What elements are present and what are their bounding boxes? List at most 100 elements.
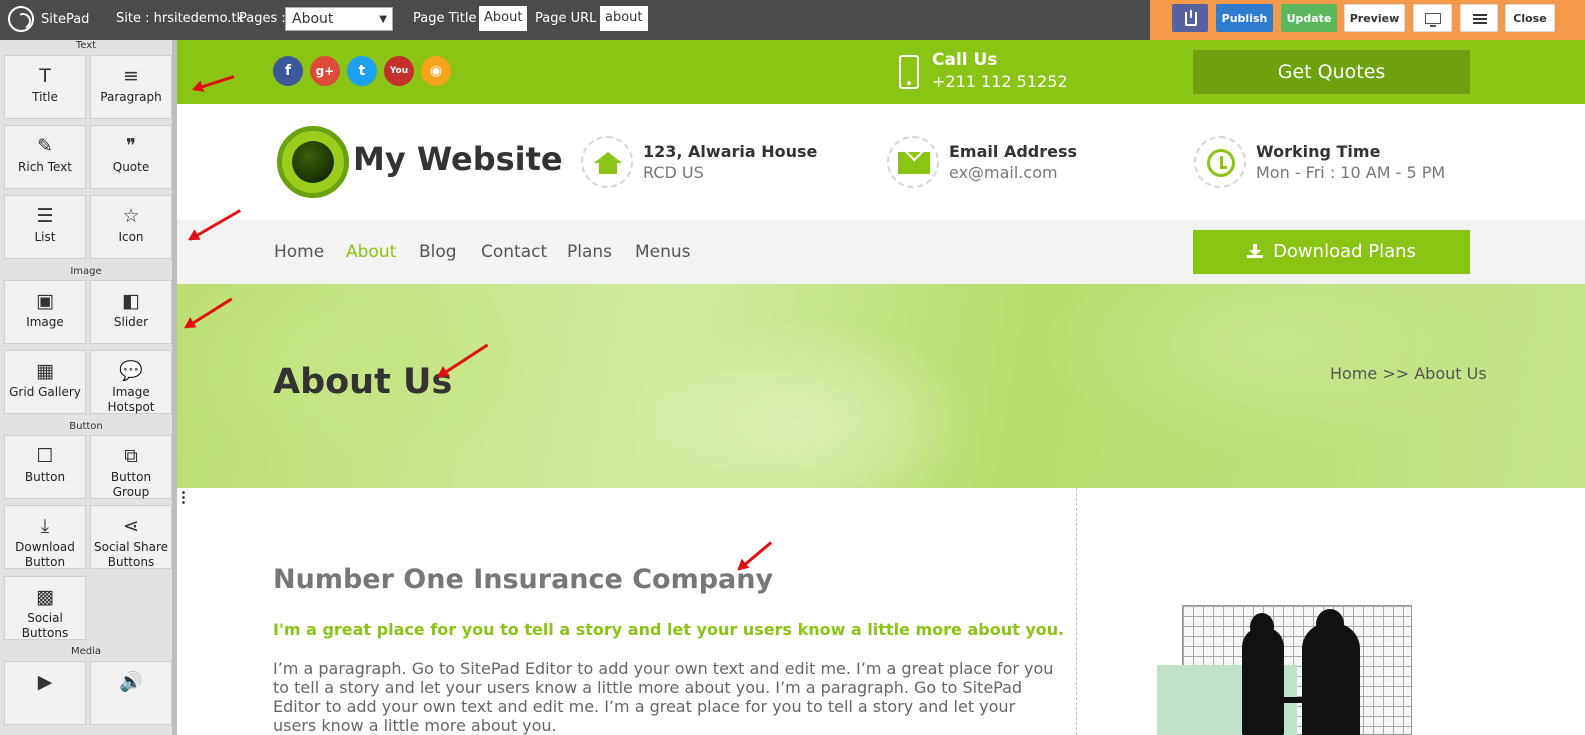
- clock-icon: [1207, 149, 1235, 177]
- site-label: Site : hrsitedemo.tk: [116, 11, 245, 26]
- email-sub: ex@mail.com: [949, 163, 1058, 182]
- widget-title[interactable]: T Title: [4, 55, 86, 119]
- section-subheading[interactable]: I'm a great place for you to tell a stor…: [273, 620, 1064, 639]
- widget-label: List: [34, 230, 56, 244]
- category-text: Text: [75, 40, 97, 51]
- preview-button[interactable]: Preview: [1344, 4, 1405, 32]
- widget-label: Paragraph: [100, 90, 162, 104]
- chevron-down-icon: ▼: [379, 14, 387, 25]
- section-heading[interactable]: Number One Insurance Company: [273, 564, 773, 595]
- handshake-image[interactable]: [1157, 605, 1417, 735]
- menu-button[interactable]: [1460, 4, 1498, 32]
- pages-select[interactable]: About ▼: [285, 7, 393, 31]
- widget-paragraph[interactable]: ≡ Paragraph: [90, 55, 172, 119]
- twitter-icon[interactable]: t: [347, 56, 377, 86]
- page-title-label: Page Title :: [413, 11, 485, 26]
- category-button: Button: [69, 421, 103, 432]
- handshake-silhouette: [1277, 697, 1309, 703]
- widget-image[interactable]: ▣ Image: [4, 280, 86, 344]
- home-icon: [594, 152, 622, 174]
- person-silhouette: [1242, 613, 1284, 735]
- social-grid-icon: ▩: [36, 586, 54, 608]
- top-info-bar: f g+ t You ◉ Call Us +211 112 51252 Get …: [177, 40, 1585, 104]
- nav-item-contact[interactable]: Contact: [481, 242, 547, 262]
- widget-label: Social Share Buttons: [93, 540, 169, 569]
- rss-icon[interactable]: ◉: [421, 56, 451, 86]
- widget-label: Title: [32, 90, 58, 104]
- widget-slider[interactable]: ◧ Slider: [90, 280, 172, 344]
- phone-icon: [899, 55, 919, 89]
- google-plus-icon[interactable]: g+: [310, 56, 340, 86]
- main-nav: Home About Blog Contact Plans Menus Down…: [177, 220, 1585, 284]
- widget-image-hotspot[interactable]: 💬 Image Hotspot: [90, 350, 172, 414]
- widget-grid-gallery[interactable]: ▦ Grid Gallery: [4, 350, 86, 414]
- banner-title[interactable]: About Us: [273, 362, 452, 402]
- widget-sidebar: Text T Title ≡ Paragraph ✎ Rich Text ❞ Quote…: [0, 40, 177, 735]
- widget-social-share[interactable]: ⋖ Social Share Buttons: [90, 505, 172, 569]
- widget-social-buttons[interactable]: ▩ Social Buttons: [4, 576, 86, 640]
- widget-list[interactable]: ☰ List: [4, 195, 86, 259]
- chat-bubble-icon: 💬: [119, 360, 143, 382]
- nav-item-blog[interactable]: Blog: [419, 242, 457, 262]
- quote-icon: ❞: [125, 135, 137, 157]
- pages-label: Pages :: [239, 11, 286, 26]
- video-icon: ▶: [37, 671, 53, 693]
- hamburger-icon: [1473, 14, 1487, 16]
- page-url-input[interactable]: about: [600, 6, 648, 31]
- address-sub: RCD US: [643, 163, 704, 182]
- time-sub: Mon - Fri : 10 AM - 5 PM: [1256, 163, 1446, 182]
- widget-rich-text[interactable]: ✎ Rich Text: [4, 125, 86, 189]
- widget-button-group[interactable]: ⧉ Button Group: [90, 435, 172, 499]
- drag-handle-icon[interactable]: [182, 490, 185, 504]
- site-logo-icon[interactable]: [277, 126, 349, 198]
- widget-label: Slider: [113, 315, 149, 329]
- category-image: Image: [70, 266, 102, 277]
- save-download-button[interactable]: [1172, 4, 1208, 32]
- envelope-icon: [898, 152, 930, 174]
- widget-label: Download Button: [15, 540, 75, 569]
- list-icon: ☰: [36, 205, 54, 227]
- widget-button[interactable]: ☐ Button: [4, 435, 86, 499]
- monitor-icon: [1425, 13, 1441, 27]
- page-title-input[interactable]: About: [479, 6, 528, 31]
- widget-label: Button: [24, 470, 66, 484]
- widget-quote[interactable]: ❞ Quote: [90, 125, 172, 189]
- download-icon: [1247, 244, 1264, 258]
- widget-download-button[interactable]: ⤓ Download Button: [4, 505, 86, 569]
- page-banner: About Us Home >> About Us: [177, 284, 1585, 488]
- widget-label: Grid Gallery: [9, 385, 81, 399]
- star-icon: ☆: [122, 205, 140, 227]
- grid-icon: ▦: [36, 360, 54, 382]
- brand-name: SitePad: [41, 12, 90, 27]
- widget-video[interactable]: ▶: [4, 661, 86, 725]
- nav-item-home[interactable]: Home: [274, 242, 324, 262]
- nav-item-menus[interactable]: Menus: [635, 242, 691, 262]
- category-media: Media: [70, 646, 102, 657]
- publish-button[interactable]: Publish: [1216, 4, 1273, 32]
- section-paragraph[interactable]: I’m a paragraph. Go to SitePad Editor to…: [273, 659, 1063, 735]
- person-silhouette: [1302, 609, 1360, 735]
- email-title: Email Address: [949, 142, 1078, 161]
- page-url-label: Page URL :: [535, 11, 605, 26]
- copy-icon: ⧉: [124, 445, 138, 467]
- get-quotes-button[interactable]: Get Quotes: [1193, 50, 1470, 94]
- call-us-title: Call Us: [932, 50, 998, 70]
- info-email: [887, 136, 939, 188]
- youtube-icon[interactable]: You: [384, 56, 414, 86]
- nav-item-plans[interactable]: Plans: [567, 242, 612, 262]
- update-button[interactable]: Update: [1281, 4, 1337, 32]
- site-logo-text[interactable]: My Website: [353, 140, 563, 178]
- widget-icon[interactable]: ☆ Icon: [90, 195, 172, 259]
- nav-item-about[interactable]: About: [346, 242, 396, 262]
- page-canvas: f g+ t You ◉ Call Us +211 112 51252 Get …: [177, 40, 1585, 735]
- square-icon: ☐: [36, 445, 54, 467]
- widget-label: Image Hotspot: [107, 385, 155, 414]
- close-button[interactable]: Close: [1505, 4, 1555, 32]
- download-plans-button[interactable]: Download Plans: [1193, 230, 1470, 274]
- desktop-view-button[interactable]: [1413, 4, 1452, 32]
- widget-audio[interactable]: 🔊: [90, 661, 172, 725]
- facebook-icon[interactable]: f: [273, 56, 303, 86]
- breadcrumb[interactable]: Home >> About Us: [1330, 364, 1487, 383]
- image-icon: ▣: [36, 290, 54, 312]
- widget-label: Image: [26, 315, 64, 329]
